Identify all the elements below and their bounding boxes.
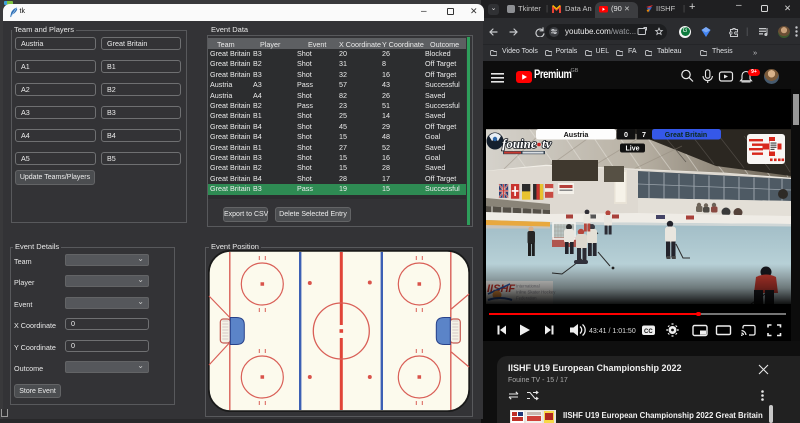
svg-text:fouine: fouine [502,136,537,151]
svg-text:0: 0 [624,130,628,139]
svg-text:Live: Live [625,146,639,153]
svg-text:7: 7 [642,130,646,139]
svg-text:Austria: Austria [564,130,590,139]
svg-text:43:41 / 1:01:50: 43:41 / 1:01:50 [589,328,636,335]
svg-text:CC: CC [644,329,653,335]
svg-text:Great Britain: Great Britain [665,132,707,139]
